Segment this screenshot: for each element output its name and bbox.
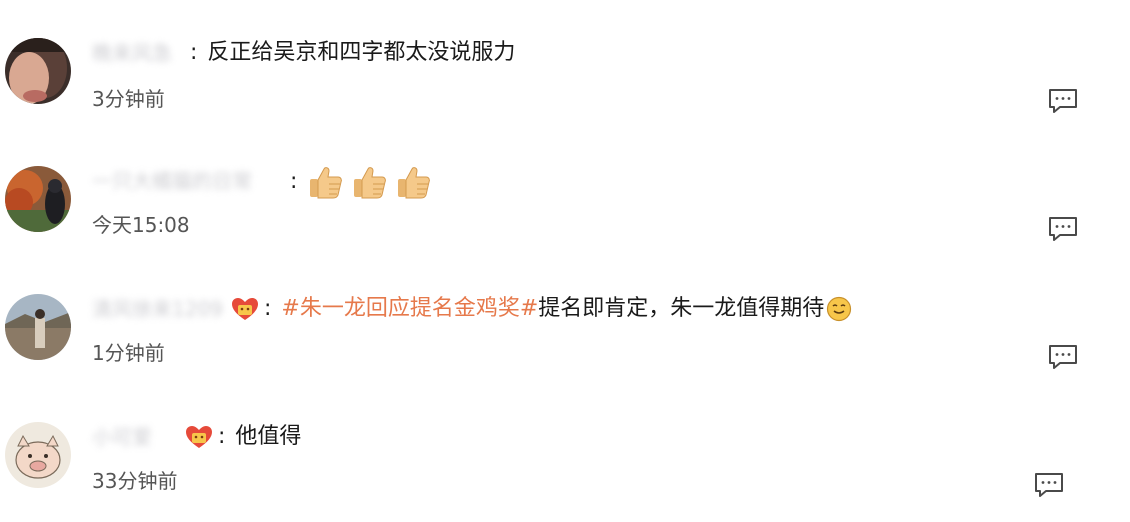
comment-item: 小可爱 : 他值得 33分钟前 — [0, 384, 1130, 514]
timestamp: 33分钟前 — [92, 469, 178, 493]
comment-content: : #朱一龙回应提名金鸡奖# 提名即肯定，朱一龙值得期待 — [224, 294, 852, 324]
avatar-image — [5, 166, 71, 232]
avatar-image — [5, 422, 71, 488]
colon: : — [290, 169, 298, 194]
timestamp: 1分钟前 — [92, 341, 165, 365]
thumbs-up-icon — [310, 167, 343, 199]
thumbs-up-icon — [398, 167, 431, 199]
colon: : — [264, 296, 272, 321]
avatar[interactable] — [5, 294, 71, 360]
username[interactable]: 一只大橘猫的日常 — [92, 168, 252, 194]
avatar-image — [5, 294, 71, 360]
avatar[interactable] — [5, 422, 71, 488]
comment-content: : 反正给吴京和四字都太没说服力 — [186, 38, 515, 68]
comment-text: 提名即肯定，朱一龙值得期待 — [538, 296, 825, 321]
thumbs-up-icon — [354, 167, 387, 199]
username[interactable]: 小可爱 — [92, 424, 152, 450]
comment-text: 他值得 — [235, 424, 302, 449]
comment-item: 晚来风急 : 反正给吴京和四字都太没说服力 3分钟前 — [0, 0, 1130, 130]
reply-comment-icon[interactable] — [1048, 344, 1078, 370]
smile-emoji-icon — [827, 296, 852, 322]
reply-comment-icon[interactable] — [1048, 216, 1078, 242]
comment-list: 晚来风急 : 反正给吴京和四字都太没说服力 3分钟前 一只大橘猫的日常: 今天… — [0, 0, 1130, 522]
avatar-image — [5, 38, 71, 104]
comment-item: 清风徐来1209 : #朱一龙回应提名金鸡奖# 提名即肯定，朱一龙值得期待 1分… — [0, 256, 1130, 386]
colon: : — [218, 424, 226, 449]
username[interactable]: 晚来风急 — [92, 40, 172, 66]
reply-comment-icon[interactable] — [1048, 88, 1078, 114]
username[interactable]: 清风徐来1209 — [92, 296, 223, 322]
avatar[interactable] — [5, 38, 71, 104]
colon: : — [190, 40, 198, 65]
reply-comment-icon[interactable] — [1034, 472, 1064, 498]
comment-content: : — [286, 164, 439, 200]
comment-content: : 他值得 — [178, 422, 301, 452]
fan-badge-icon — [186, 426, 212, 448]
topic-hashtag-link[interactable]: #朱一龙回应提名金鸡奖# — [281, 294, 538, 324]
comment-text: 反正给吴京和四字都太没说服力 — [207, 40, 516, 65]
avatar[interactable] — [5, 166, 71, 232]
timestamp: 3分钟前 — [92, 87, 165, 111]
comment-item: 一只大橘猫的日常 : 今天15:08 — [0, 128, 1130, 258]
timestamp: 今天15:08 — [92, 213, 190, 237]
fan-badge-icon — [232, 298, 258, 320]
